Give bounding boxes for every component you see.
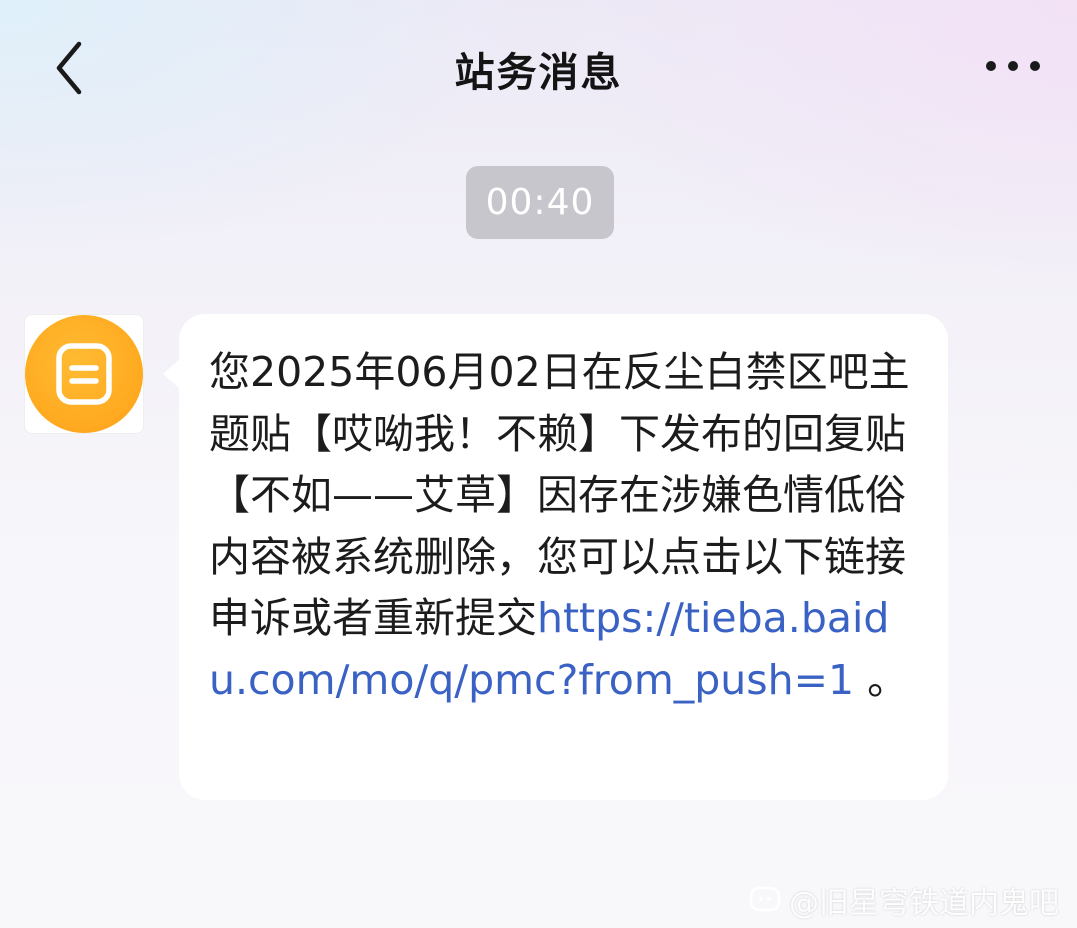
watermark-text: @旧星穹铁道内鬼吧 <box>789 886 1059 921</box>
document-icon <box>56 343 112 405</box>
nav-bar: 站务消息 <box>0 0 1077 140</box>
message-bubble: 您2025年06月02日在反尘白禁区吧主题贴【哎呦我！不赖】下发布的回复贴【不如… <box>163 314 948 800</box>
weibo-logo-icon <box>749 884 781 916</box>
page-title: 站务消息 <box>454 50 623 96</box>
message-text: 您2025年06月02日在反尘白禁区吧主题贴【哎呦我！不赖】下发布的回复贴【不如… <box>209 342 918 711</box>
sender-avatar[interactable] <box>24 314 144 434</box>
watermark: @旧星穹铁道内鬼吧 <box>749 880 1059 921</box>
timestamp-pill: 00:40 <box>466 166 614 239</box>
more-horizontal-icon <box>986 61 1040 71</box>
avatar-circle <box>25 315 143 433</box>
more-button[interactable] <box>981 48 1045 84</box>
message-end-punct: 。 <box>854 655 909 704</box>
bubble-tail <box>163 358 181 390</box>
